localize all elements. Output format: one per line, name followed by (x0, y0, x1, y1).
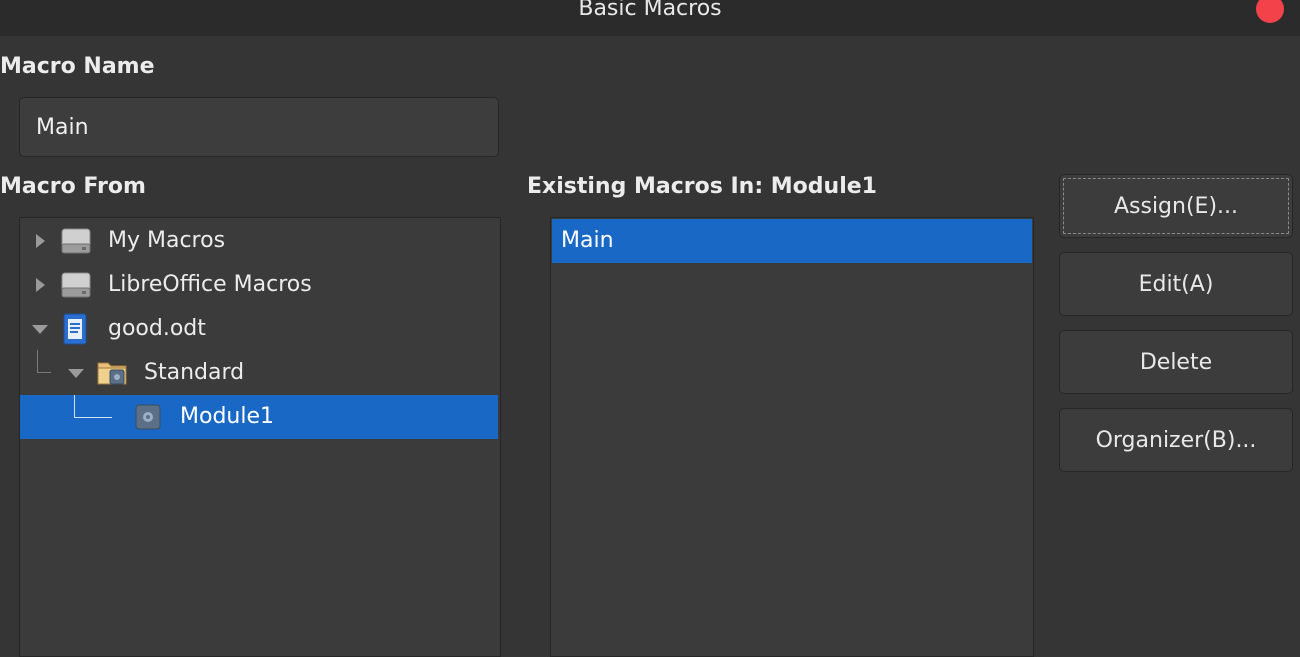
existing-macros-label: Existing Macros In: Module1 (527, 174, 877, 199)
window-title: Basic Macros (578, 0, 722, 21)
tree-item-label: Standard (144, 360, 245, 385)
drive-icon (61, 272, 91, 298)
tree-connector (74, 395, 75, 417)
expand-arrow-icon[interactable] (36, 234, 45, 248)
macro-from-tree[interactable]: My Macros LibreOffice Macros good.odt St… (19, 217, 501, 657)
list-item-label: Main (561, 228, 614, 253)
expand-arrow-icon[interactable] (36, 278, 45, 292)
tree-item-label: LibreOffice Macros (108, 272, 312, 297)
tree-item-my-macros[interactable]: My Macros (20, 219, 498, 263)
library-folder-icon (97, 362, 127, 385)
module-icon (135, 404, 161, 430)
tree-item-libreoffice-macros[interactable]: LibreOffice Macros (20, 263, 498, 307)
tree-connector (74, 417, 112, 418)
organizer-button[interactable]: Organizer(B)... (1059, 408, 1293, 472)
list-item-main[interactable]: Main (552, 219, 1032, 263)
tree-item-label: My Macros (108, 228, 226, 253)
tree-item-standard[interactable]: Standard (20, 351, 498, 395)
collapse-arrow-icon[interactable] (68, 369, 84, 378)
tree-item-label: good.odt (108, 316, 206, 341)
delete-button[interactable]: Delete (1059, 330, 1293, 394)
assign-button[interactable]: Assign(E)... (1059, 174, 1293, 238)
edit-button[interactable]: Edit(A) (1059, 252, 1293, 316)
title-bar: Basic Macros (0, 0, 1300, 36)
tree-item-module1[interactable]: Module1 (20, 395, 498, 439)
tree-item-label: Module1 (180, 404, 274, 429)
macro-name-label: Macro Name (0, 54, 155, 79)
macro-name-input[interactable] (19, 97, 499, 157)
document-icon (63, 313, 87, 345)
tree-item-good-odt[interactable]: good.odt (20, 307, 498, 351)
drive-icon (61, 228, 91, 254)
existing-macros-list[interactable]: Main (550, 217, 1034, 657)
collapse-arrow-icon[interactable] (32, 325, 48, 334)
macro-from-label: Macro From (0, 174, 146, 199)
